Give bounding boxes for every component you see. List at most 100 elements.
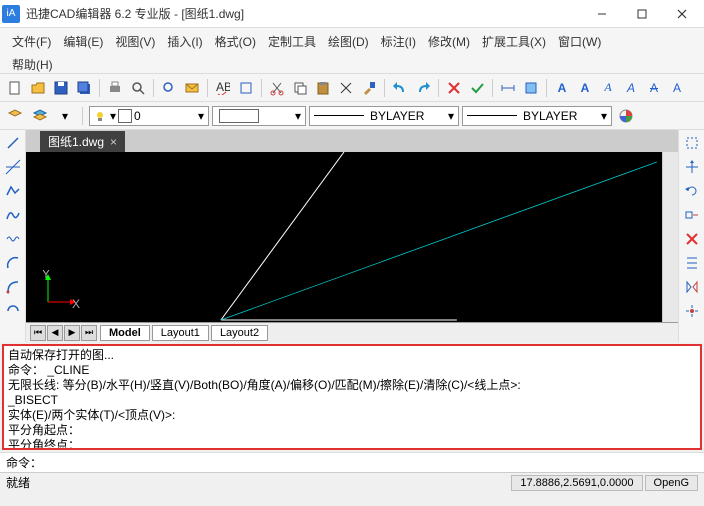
stretch-tool[interactable]: [681, 204, 703, 226]
tab-last[interactable]: ⏭: [81, 325, 97, 341]
doc-tab-close[interactable]: ×: [110, 135, 117, 149]
tab-prev[interactable]: ◀: [47, 325, 63, 341]
cmd-l4: _BISECT: [8, 393, 696, 408]
spell-button[interactable]: ABC: [212, 77, 234, 99]
standard-toolbar: ABC A A A A A A: [0, 74, 704, 102]
title-bar: iA 迅捷CAD编辑器 6.2 专业版 - [图纸1.dwg]: [0, 0, 704, 28]
print-button[interactable]: [104, 77, 126, 99]
rotate-tool[interactable]: [681, 180, 703, 202]
lineweight-combo[interactable]: BYLAYER ▾: [462, 106, 612, 126]
saveall-button[interactable]: [73, 77, 95, 99]
arc-tool[interactable]: [2, 252, 24, 274]
layer1-button[interactable]: [4, 105, 26, 127]
layout-tabs: ⏮ ◀ ▶ ⏭ Model Layout1 Layout2: [26, 322, 678, 342]
layer-combo[interactable]: ▾ 0 ▾: [89, 106, 209, 126]
ucs-icon: Y X: [40, 270, 80, 310]
command-input-row: 命令：: [0, 452, 704, 472]
color-combo[interactable]: ▾: [212, 106, 306, 126]
text-a1[interactable]: A: [551, 77, 573, 99]
confirm-check-button[interactable]: [466, 77, 488, 99]
lineweight-label: BYLAYER: [523, 109, 577, 123]
select-tool[interactable]: [681, 132, 703, 154]
arc2-tool[interactable]: [2, 276, 24, 298]
command-history[interactable]: 自动保存打开的图... 命令： _CLINE 无限长线: 等分(B)/水平(H)…: [2, 344, 702, 450]
area-button[interactable]: [520, 77, 542, 99]
menu-insert[interactable]: 插入(I): [161, 31, 208, 52]
menu-window[interactable]: 窗口(W): [552, 31, 607, 52]
text-a3[interactable]: A: [597, 77, 619, 99]
menu-ext[interactable]: 扩展工具(X): [476, 31, 552, 52]
cancel-x-button[interactable]: [443, 77, 465, 99]
maximize-button[interactable]: [622, 1, 662, 27]
menu-format[interactable]: 格式(O): [209, 31, 262, 52]
tab-model[interactable]: Model: [100, 325, 150, 341]
move-tool[interactable]: [681, 156, 703, 178]
layer-name: 0: [134, 109, 141, 123]
linetype-combo[interactable]: BYLAYER ▾: [309, 106, 459, 126]
copy-button[interactable]: [289, 77, 311, 99]
layer-dd[interactable]: ▾: [54, 105, 76, 127]
xline-tool[interactable]: [2, 156, 24, 178]
document-tabs: 图纸1.dwg ×: [26, 130, 678, 152]
vscroll[interactable]: [662, 152, 678, 322]
spline-tool[interactable]: [2, 204, 24, 226]
tab-first[interactable]: ⏮: [30, 325, 46, 341]
menu-annotate[interactable]: 标注(I): [375, 31, 422, 52]
explode-tool[interactable]: [681, 300, 703, 322]
redo-button[interactable]: [412, 77, 434, 99]
open-button[interactable]: [27, 77, 49, 99]
status-coords: 17.8886,2.5691,0.0000: [511, 475, 642, 491]
text-a4[interactable]: A: [620, 77, 642, 99]
find-button[interactable]: [158, 77, 180, 99]
delete-button[interactable]: [335, 77, 357, 99]
command-input[interactable]: [46, 456, 698, 470]
audit-button[interactable]: [235, 77, 257, 99]
color-wheel-button[interactable]: [615, 105, 637, 127]
menu-help[interactable]: 帮助(H): [6, 54, 59, 75]
mirror-tool[interactable]: [681, 276, 703, 298]
close-button[interactable]: [662, 1, 702, 27]
text-a6[interactable]: A: [666, 77, 688, 99]
menu-file[interactable]: 文件(F): [6, 31, 57, 52]
menu-modify[interactable]: 修改(M): [422, 31, 476, 52]
erase-tool[interactable]: [681, 228, 703, 250]
dist-button[interactable]: [497, 77, 519, 99]
text-a5[interactable]: A: [643, 77, 665, 99]
tab-layout1[interactable]: Layout1: [152, 325, 209, 341]
status-bar: 就绪 17.8886,2.5691,0.0000 OpenG: [0, 472, 704, 492]
offset-tool[interactable]: [681, 252, 703, 274]
cut-button[interactable]: [266, 77, 288, 99]
cmd-l2: 命令： _CLINE: [8, 363, 696, 378]
new-button[interactable]: [4, 77, 26, 99]
minimize-button[interactable]: [582, 1, 622, 27]
drawing-canvas[interactable]: Y X: [26, 152, 662, 322]
doc-tab-active[interactable]: 图纸1.dwg ×: [40, 131, 125, 152]
undo-button[interactable]: [389, 77, 411, 99]
paste-button[interactable]: [312, 77, 334, 99]
polyline-tool[interactable]: [2, 180, 24, 202]
match-button[interactable]: [358, 77, 380, 99]
menu-bar: 文件(F) 编辑(E) 视图(V) 插入(I) 格式(O) 定制工具 绘图(D)…: [0, 28, 704, 74]
layer2-button[interactable]: [29, 105, 51, 127]
freehand-tool[interactable]: [2, 228, 24, 250]
preview-button[interactable]: [127, 77, 149, 99]
menu-draw[interactable]: 绘图(D): [322, 31, 375, 52]
arc3-tool[interactable]: [2, 300, 24, 322]
cmd-l3: 无限长线: 等分(B)/水平(H)/竖直(V)/Both(BO)/角度(A)/偏…: [8, 378, 696, 393]
main-area: 图纸1.dwg × Y X ⏮ ◀: [0, 130, 704, 342]
menu-edit[interactable]: 编辑(E): [57, 31, 109, 52]
tab-next[interactable]: ▶: [64, 325, 80, 341]
email-button[interactable]: [181, 77, 203, 99]
svg-text:X: X: [72, 297, 80, 310]
tab-layout2[interactable]: Layout2: [211, 325, 268, 341]
cmd-l7: 平分角终点：: [8, 438, 696, 450]
cmd-l1: 自动保存打开的图...: [8, 348, 696, 363]
text-a2[interactable]: A: [574, 77, 596, 99]
menu-view[interactable]: 视图(V): [109, 31, 161, 52]
cmd-l6: 平分角起点：: [8, 423, 696, 438]
menu-custom[interactable]: 定制工具: [262, 31, 322, 52]
svg-text:ABC: ABC: [216, 81, 230, 94]
svg-text:Y: Y: [42, 270, 50, 281]
save-button[interactable]: [50, 77, 72, 99]
line-tool[interactable]: [2, 132, 24, 154]
